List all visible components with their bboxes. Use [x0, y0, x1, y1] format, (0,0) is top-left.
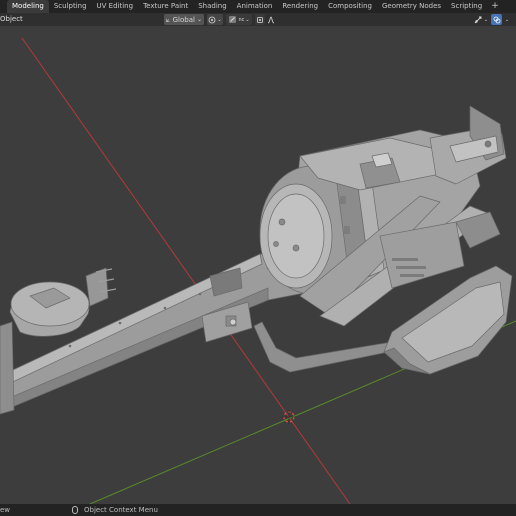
orientation-label: Global [172, 15, 195, 24]
chevron-down-icon: ⌄ [483, 16, 489, 23]
tab-modeling[interactable]: Modeling [7, 0, 49, 13]
status-bar: ew Object Context Menu [0, 504, 516, 516]
object-context-menu-hint: Object Context Menu [84, 506, 158, 514]
tab-shading[interactable]: Shading [193, 0, 231, 13]
object-menu[interactable]: Object [0, 13, 23, 26]
pivot-icon [208, 16, 216, 23]
falloff-icon [267, 16, 274, 23]
viewport-gizmos-button[interactable]: ⌄ [473, 14, 489, 25]
proportional-edit-icon [257, 16, 263, 23]
blaster-model[interactable] [0, 105, 513, 415]
status-left-label: ew [0, 506, 11, 514]
viewport-header: Object Global ⌄ ⌄ nc ⌄ ⌄ ⌄ [0, 13, 516, 26]
overlay-icon [493, 16, 500, 23]
proportional-falloff-button[interactable] [266, 14, 275, 25]
tab-rendering[interactable]: Rendering [277, 0, 323, 13]
snap-icon [229, 16, 237, 23]
tab-scripting[interactable]: Scripting [446, 0, 487, 13]
transform-orientation-dropdown[interactable]: Global ⌄ [164, 14, 204, 25]
chevron-down-icon: ⌄ [504, 16, 510, 23]
viewport-overlays-button[interactable] [491, 14, 502, 25]
tab-uv-editing[interactable]: UV Editing [92, 0, 139, 13]
add-workspace-button[interactable]: + [487, 0, 503, 13]
tab-texture-paint[interactable]: Texture Paint [138, 0, 193, 13]
gizmo-icon [474, 16, 482, 24]
pivot-point-button[interactable]: ⌄ [207, 14, 223, 25]
chevron-down-icon: ⌄ [245, 16, 250, 23]
workspace-tab-bar: Modeling Sculpting UV Editing Texture Pa… [0, 0, 516, 13]
chevron-down-icon: ⌄ [196, 16, 202, 23]
mouse-icon [72, 506, 78, 514]
tab-layout[interactable] [0, 0, 7, 13]
3d-cursor-icon[interactable] [282, 410, 296, 424]
viewport-canvas[interactable] [0, 26, 516, 504]
snap-button[interactable]: nc ⌄ [226, 14, 252, 25]
chevron-down-icon: ⌄ [217, 16, 222, 23]
tab-geometry-nodes[interactable]: Geometry Nodes [377, 0, 446, 13]
overlays-dropdown[interactable]: ⌄ [503, 14, 511, 25]
tab-compositing[interactable]: Compositing [323, 0, 377, 13]
transform-orientation-icon [166, 18, 170, 22]
3d-viewport[interactable] [0, 26, 516, 504]
tab-animation[interactable]: Animation [232, 0, 278, 13]
tab-sculpting[interactable]: Sculpting [49, 0, 92, 13]
snap-target-label: nc [238, 16, 245, 23]
proportional-editing-button[interactable] [255, 14, 265, 25]
